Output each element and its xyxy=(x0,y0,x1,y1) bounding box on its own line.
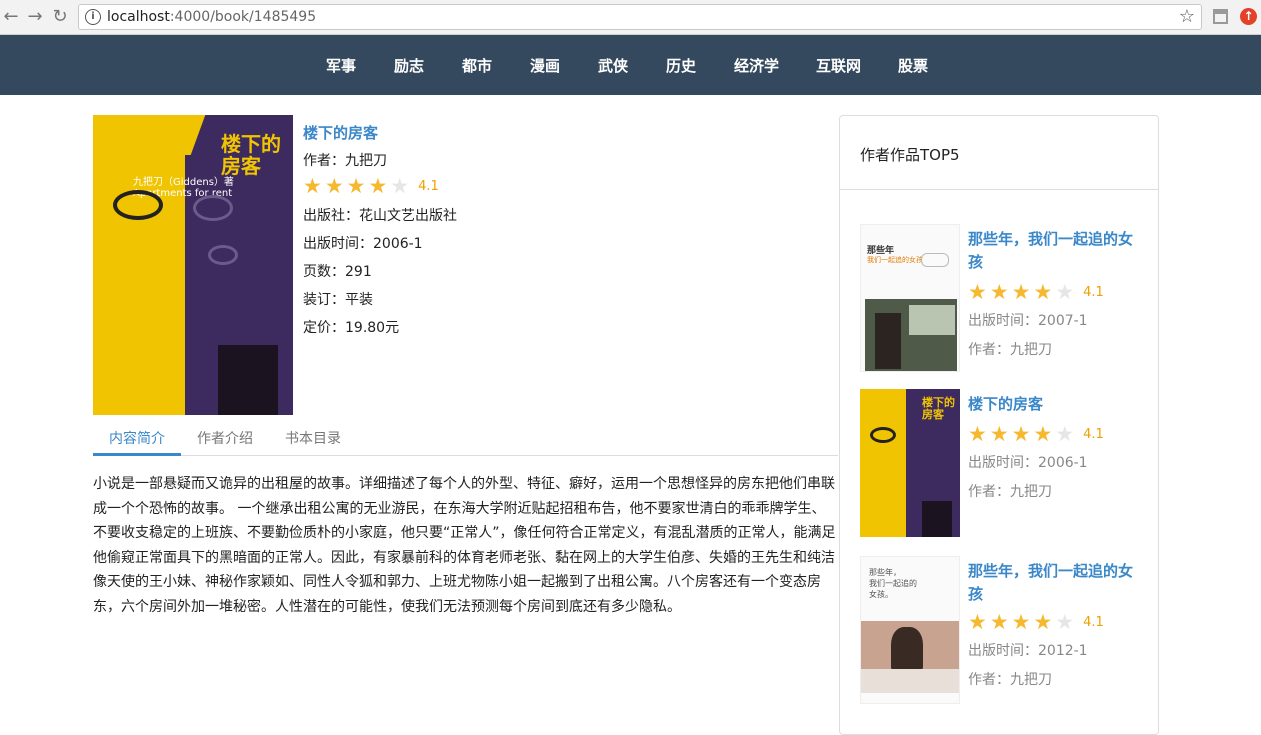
rec-title[interactable]: 那些年，我们一起追的女孩 xyxy=(968,560,1143,606)
star-icon: ★ xyxy=(1055,610,1075,634)
star-icon: ★ xyxy=(1033,280,1053,304)
star-icon: ★ xyxy=(968,422,987,446)
book-author: 作者：九把刀 xyxy=(303,153,387,169)
star-icon: ★ xyxy=(989,422,1009,446)
star-icon: ★ xyxy=(989,280,1009,304)
address-bar[interactable]: i localhost:4000/book/1485495 ☆ xyxy=(78,4,1202,30)
update-icon[interactable]: ↑ xyxy=(1240,8,1257,25)
eye-graphic xyxy=(208,245,238,265)
book-publisher: 出版社：花山文艺出版社 xyxy=(303,208,457,224)
rec-author: 作者：九把刀 xyxy=(968,342,1052,358)
rec-pub-date: 出版时间：2006-1 xyxy=(968,455,1088,471)
star-icon: ★ xyxy=(1033,610,1053,634)
nav-item[interactable]: 励志 xyxy=(394,55,424,76)
reload-icon[interactable]: ↻ xyxy=(49,6,71,28)
star-icon: ★ xyxy=(368,174,388,198)
rec-rating: ★ ★ ★ ★ ★ 4.1 xyxy=(968,424,1104,445)
book-thumbnail[interactable]: 那些年 我们一起追的女孩 xyxy=(860,224,960,372)
browser-toolbar: ← → ↻ i localhost:4000/book/1485495 ☆ ↑ xyxy=(0,0,1261,35)
rec-title[interactable]: 那些年，我们一起追的女孩 xyxy=(968,228,1143,274)
star-icon: ★ xyxy=(303,174,322,198)
back-icon[interactable]: ← xyxy=(0,6,22,28)
star-icon: ★ xyxy=(390,174,410,198)
star-icon: ★ xyxy=(1011,610,1031,634)
book-binding: 装订：平装 xyxy=(303,292,373,308)
nav-item[interactable]: 都市 xyxy=(462,55,492,76)
book-cover: 楼下的房客 九把刀（Giddens）著 Apartments for rent xyxy=(93,115,293,415)
book-description: 小说是一部悬疑而又诡异的出租屋的故事。详细描述了每个人的外型、特征、癖好，运用一… xyxy=(93,476,836,615)
book-price: 定价：19.80元 xyxy=(303,320,400,336)
book-thumbnail[interactable]: 那些年， 我们一起追的 女孩。 xyxy=(860,556,960,704)
rec-title[interactable]: 楼下的房客 xyxy=(968,393,1143,416)
tab-author[interactable]: 作者介绍 xyxy=(197,428,253,448)
book-title[interactable]: 楼下的房客 xyxy=(303,122,378,143)
list-item[interactable]: 那些年 我们一起追的女孩 那些年，我们一起追的女孩 ★ ★ ★ ★ ★ 4.1 … xyxy=(860,224,1150,374)
active-tab-indicator xyxy=(93,453,181,456)
cover-title: 楼下的房客 xyxy=(221,132,281,178)
url-text[interactable]: localhost:4000/book/1485495 xyxy=(107,9,316,25)
list-item[interactable]: 楼下的房客 楼下的房客 ★ ★ ★ ★ ★ 4.1 出版时间：2006-1 作者… xyxy=(860,389,1150,539)
rec-author: 作者：九把刀 xyxy=(968,484,1052,500)
book-pub-date: 出版时间：2006-1 xyxy=(303,236,423,252)
rating-value: 4.1 xyxy=(418,179,439,194)
star-icon: ★ xyxy=(1011,422,1031,446)
rec-author: 作者：九把刀 xyxy=(968,672,1052,688)
nav-item[interactable]: 股票 xyxy=(898,55,928,76)
star-icon: ★ xyxy=(1033,422,1053,446)
star-icon: ★ xyxy=(968,610,987,634)
forward-icon[interactable]: → xyxy=(24,6,46,28)
star-icon: ★ xyxy=(324,174,344,198)
star-icon: ★ xyxy=(1055,280,1075,304)
nav-item[interactable]: 军事 xyxy=(326,55,356,76)
star-icon: ★ xyxy=(346,174,366,198)
list-item[interactable]: 那些年， 我们一起追的 女孩。 那些年，我们一起追的女孩 ★ ★ ★ ★ ★ 4.1… xyxy=(860,556,1150,706)
book-thumbnail[interactable]: 楼下的房客 xyxy=(860,389,960,537)
nav-item[interactable]: 历史 xyxy=(666,55,696,76)
rec-pub-date: 出版时间：2007-1 xyxy=(968,313,1088,329)
tab-intro[interactable]: 内容简介 xyxy=(109,428,165,448)
tabs-divider xyxy=(93,455,838,456)
star-icon: ★ xyxy=(989,610,1009,634)
author-top-works: 作者作品TOP5 那些年 我们一起追的女孩 那些年，我们一起追的女孩 ★ ★ ★… xyxy=(839,115,1159,735)
eye-graphic xyxy=(113,190,163,220)
book-rating: ★ ★ ★ ★ ★ 4.1 xyxy=(303,176,439,197)
tab-toc[interactable]: 书本目录 xyxy=(285,428,341,448)
category-nav: 军事 励志 都市 漫画 武侠 历史 经济学 互联网 股票 xyxy=(0,35,1261,95)
nav-item[interactable]: 经济学 xyxy=(734,55,779,76)
nav-item[interactable]: 漫画 xyxy=(530,55,560,76)
city-graphic xyxy=(218,345,278,415)
eye-graphic xyxy=(193,195,233,221)
nav-item[interactable]: 互联网 xyxy=(816,55,861,76)
rating-value: 4.1 xyxy=(1083,427,1104,442)
bookmark-star-icon[interactable]: ☆ xyxy=(1179,6,1195,27)
sidebar-title: 作者作品TOP5 xyxy=(860,146,960,164)
rec-rating: ★ ★ ★ ★ ★ 4.1 xyxy=(968,282,1104,303)
extension-icon[interactable] xyxy=(1213,9,1228,24)
sidebar-header: 作者作品TOP5 xyxy=(840,116,1158,190)
star-icon: ★ xyxy=(1055,422,1075,446)
nav-item[interactable]: 武侠 xyxy=(598,55,628,76)
star-icon: ★ xyxy=(1011,280,1031,304)
star-icon: ★ xyxy=(968,280,987,304)
rating-value: 4.1 xyxy=(1083,285,1104,300)
info-icon[interactable]: i xyxy=(85,9,101,25)
rating-value: 4.1 xyxy=(1083,615,1104,630)
rec-pub-date: 出版时间：2012-1 xyxy=(968,643,1088,659)
book-pages: 页数：291 xyxy=(303,264,372,280)
rec-rating: ★ ★ ★ ★ ★ 4.1 xyxy=(968,612,1104,633)
